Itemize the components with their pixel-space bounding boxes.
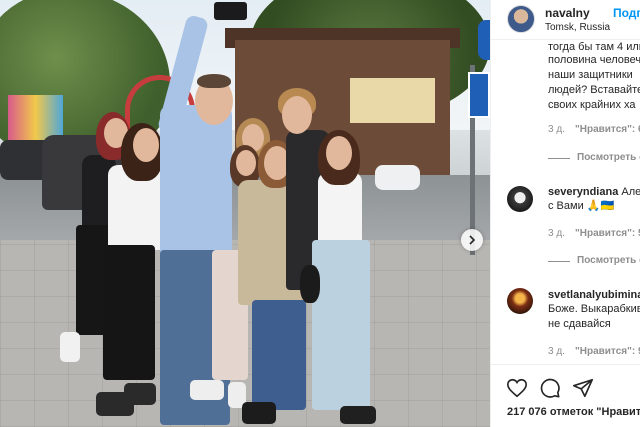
- comment-text-line: наши защитники: [548, 69, 633, 81]
- comment-text-line: не сдавайся: [548, 318, 611, 330]
- comment-username[interactable]: severyndiana: [548, 186, 618, 198]
- photo-road-sign: [478, 20, 490, 60]
- view-replies-button[interactable]: Посмотреть ответы: [577, 152, 640, 163]
- follow-button[interactable]: Подписаться: [613, 6, 640, 20]
- post-header: navalny Подписаться Tomsk, Russia: [491, 0, 640, 40]
- post-photo[interactable]: [0, 0, 490, 427]
- carousel-next-icon: [469, 235, 476, 245]
- heart-icon[interactable]: [506, 377, 528, 399]
- view-replies-button[interactable]: Посмотреть ответы: [577, 255, 640, 266]
- comment-time[interactable]: 3 д.: [548, 346, 565, 357]
- comment-text-line: с Вами 🙏🇺🇦: [548, 200, 615, 212]
- comment-text-line: людей? Вставайте: [548, 84, 640, 96]
- post-location[interactable]: Tomsk, Russia: [545, 22, 610, 33]
- replies-divider: [548, 261, 570, 262]
- comment-text-line: половина человечества: [548, 54, 640, 66]
- replies-divider: [548, 158, 570, 159]
- comment-username[interactable]: svetlanalyubimina: [548, 289, 640, 301]
- comment-like-count[interactable]: "Нравится": 6: [575, 124, 640, 135]
- photo-car: [375, 165, 420, 190]
- carousel-next-button[interactable]: [461, 229, 483, 251]
- comment-icon[interactable]: [539, 377, 561, 399]
- comment-text-line: своих крайних ха: [548, 99, 636, 111]
- comment-time[interactable]: 3 д.: [548, 124, 565, 135]
- avatar[interactable]: [507, 5, 535, 33]
- photo-building-sign: [350, 78, 435, 123]
- comment-time[interactable]: 3 д.: [548, 228, 565, 239]
- photo-phone: [214, 2, 247, 20]
- photo-pedestrian-sign: [468, 72, 490, 118]
- avatar[interactable]: [507, 288, 533, 314]
- comment-like-count[interactable]: "Нравится": 5: [575, 228, 640, 239]
- post-username[interactable]: navalny: [545, 6, 590, 20]
- comment-like-count[interactable]: "Нравится": 9: [575, 346, 640, 357]
- comment-text: Алексей,: [621, 186, 640, 198]
- share-icon[interactable]: [572, 377, 594, 399]
- post-sidebar: navalny Подписаться Tomsk, Russia тогда …: [490, 0, 640, 427]
- likes-count[interactable]: 217 076 отметок "Нравится": [507, 406, 640, 418]
- comment-text-line: Боже. Выкарабкивайтесь!: [548, 303, 640, 315]
- avatar[interactable]: [507, 186, 533, 212]
